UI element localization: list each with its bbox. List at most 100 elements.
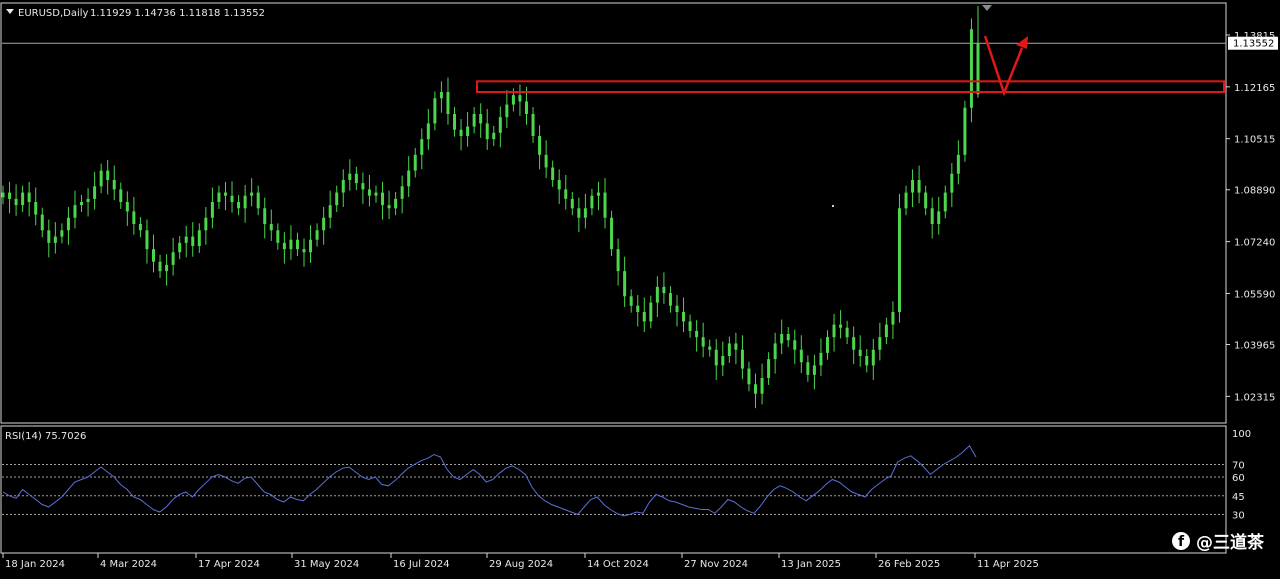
candle-body	[237, 202, 241, 209]
candle-body	[80, 202, 84, 206]
candle-body	[871, 349, 875, 366]
candle-body	[577, 208, 581, 218]
candle-body	[394, 198, 398, 209]
candle-body	[381, 192, 385, 206]
rsi-levels	[2, 464, 1226, 515]
candle-body	[963, 107, 967, 155]
candle-body	[858, 349, 862, 356]
candle-body	[60, 230, 64, 237]
candle-body	[374, 192, 378, 196]
candle-body	[8, 192, 12, 199]
price-axis-label: 1.05590	[1234, 289, 1275, 300]
candle-body	[315, 230, 319, 240]
candle-body	[897, 208, 901, 312]
price-axis: 1.138151.121651.105151.088901.072401.055…	[1226, 31, 1275, 403]
candle-body	[956, 154, 960, 174]
candle-body	[518, 95, 522, 102]
candle-body	[852, 337, 856, 350]
candle-body	[53, 236, 57, 243]
candle-body	[191, 236, 195, 246]
candle-body	[629, 296, 633, 306]
candle-body	[152, 249, 156, 262]
candle-body	[256, 192, 260, 209]
candle-body	[289, 239, 293, 250]
candle-body	[243, 195, 247, 209]
candle-body	[891, 312, 895, 325]
candle-body	[125, 202, 129, 212]
candle-body	[21, 192, 25, 206]
candle-body	[564, 189, 568, 199]
candle-body	[348, 173, 352, 180]
candle-body	[865, 356, 869, 366]
candle-body	[309, 239, 313, 253]
price-axis-label: 1.10515	[1234, 135, 1275, 146]
rsi-axis-label: 60	[1232, 473, 1245, 484]
candle-body	[551, 167, 555, 180]
candle-body	[976, 43, 980, 95]
time-axis-label: 14 Oct 2024	[587, 559, 649, 570]
candle-body	[767, 359, 771, 378]
candle-body	[145, 230, 149, 250]
rsi-line	[2, 445, 977, 517]
time-axis-label: 16 Jul 2024	[393, 559, 450, 570]
candle-body	[14, 198, 18, 206]
candle-body	[747, 368, 751, 385]
time-axis-label: 13 Jan 2025	[781, 559, 841, 570]
candle-body	[806, 362, 810, 375]
collapse-triangle-icon[interactable]	[6, 9, 14, 14]
time-axis: 18 Jan 2024 4 Mar 2024 17 Apr 2024 31 May 2…	[2, 553, 1039, 570]
header: EURUSD,Daily 1.11929 1.14736 1.11818 1.1…	[6, 8, 265, 19]
candle-body	[119, 189, 123, 202]
candle-body	[178, 242, 182, 253]
candle-body	[950, 173, 954, 193]
candle-body	[413, 154, 417, 171]
candle-body	[708, 346, 712, 350]
facebook-icon: f	[1172, 531, 1190, 550]
candle-body	[492, 132, 496, 140]
candle-body	[210, 202, 214, 218]
candle-body	[47, 230, 51, 243]
candle-body	[675, 305, 679, 312]
candle-body	[1, 192, 5, 198]
candle-body	[73, 205, 77, 218]
candle-body	[727, 343, 731, 356]
rsi-panel: RSI(14) 75.7026 100 7060 45 30	[0, 425, 1251, 554]
time-axis-label: 27 Nov 2024	[684, 559, 748, 570]
candle-body	[263, 208, 267, 224]
candle-body	[845, 327, 849, 338]
candle-body	[688, 321, 692, 331]
candle-body	[812, 365, 816, 375]
time-axis-label: 29 Aug 2024	[489, 559, 553, 570]
time-axis-label: 4 Mar 2024	[100, 559, 157, 570]
candle-body	[570, 198, 574, 209]
candle-body	[433, 98, 437, 124]
candle-body	[86, 198, 90, 202]
candle-body	[780, 334, 784, 344]
rsi-axis-label: 45	[1232, 492, 1245, 503]
candle-body	[459, 129, 463, 136]
candle-body	[387, 205, 391, 209]
candle-body	[721, 356, 725, 366]
candle-body	[642, 312, 646, 322]
candle-body	[655, 286, 659, 303]
candle-body	[426, 123, 430, 140]
candle-body	[884, 324, 888, 338]
candle-body	[197, 230, 201, 246]
candle-body	[511, 95, 515, 105]
candle-body	[282, 242, 286, 250]
price-axis-label: 1.08890	[1234, 186, 1275, 197]
candle-body	[505, 104, 509, 118]
candle-body	[276, 230, 280, 243]
candle-body	[557, 180, 561, 190]
candle-body	[34, 202, 38, 215]
rsi-axis: 100 7060 45 30	[1232, 429, 1251, 522]
candle-body	[740, 349, 744, 369]
candle-body	[917, 180, 921, 193]
candle-body	[485, 123, 489, 140]
current-price-tag-text: 1.13552	[1233, 39, 1274, 50]
candle-body	[819, 352, 823, 366]
candle-body	[714, 349, 718, 366]
resistance-zone[interactable]	[476, 80, 1225, 93]
rsi-label: RSI(14) 75.7026	[5, 431, 86, 442]
time-axis-label: 11 Apr 2025	[977, 559, 1039, 570]
